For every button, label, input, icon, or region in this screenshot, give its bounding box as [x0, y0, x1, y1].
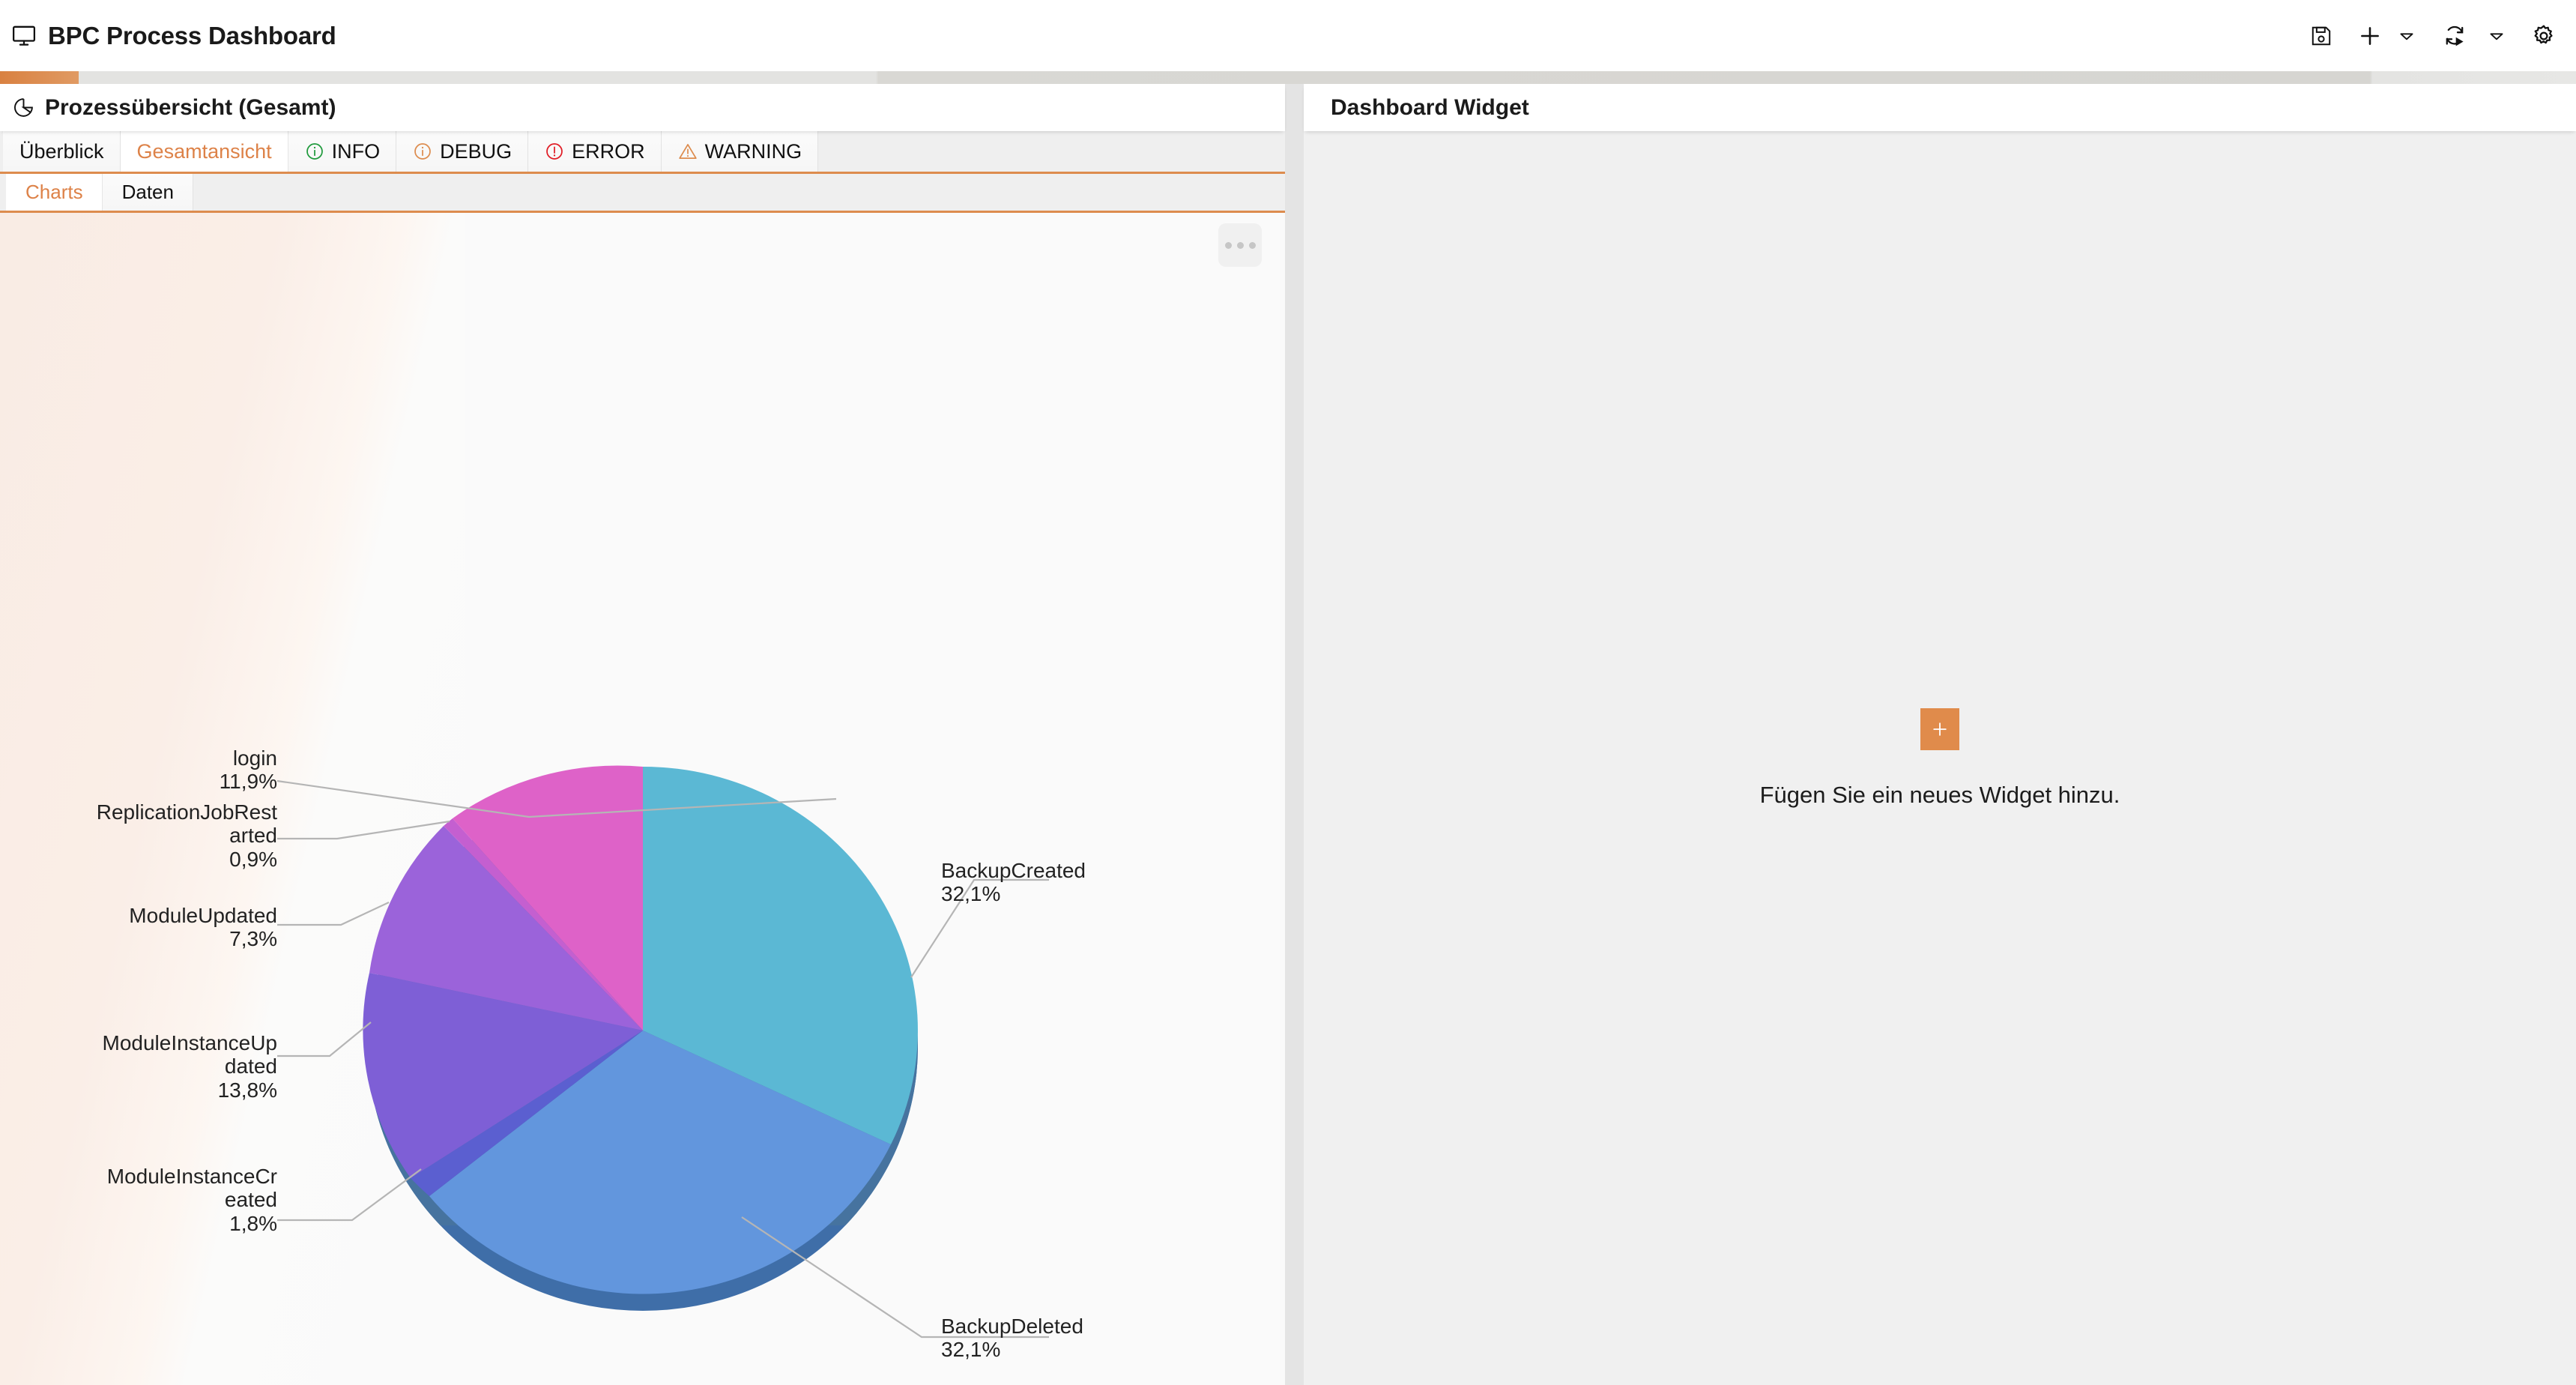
progress-bar-fill — [0, 71, 79, 84]
monitor-icon — [10, 23, 37, 49]
progress-bar — [0, 71, 2576, 84]
page-title: Prozessübersicht (Gesamt) — [45, 95, 336, 121]
pie-chart-container: login 11,9% ReplicationJobRest arted 0,9… — [0, 213, 1285, 1385]
chevron-down-icon — [2397, 26, 2416, 46]
pie-label-moduleupdated: ModuleUpdated 7,3% — [67, 904, 277, 951]
warning-triangle-icon — [678, 142, 698, 161]
refresh-run-icon — [2441, 23, 2468, 49]
tab-daten[interactable]: Daten — [103, 174, 193, 211]
add-dropdown-button[interactable] — [2392, 0, 2422, 71]
pie-label-backupdeleted: BackupDeleted 32,1% — [941, 1315, 1188, 1362]
tab-info[interactable]: INFO — [288, 131, 397, 172]
tab-error[interactable]: ERROR — [528, 131, 662, 172]
top-bar-actions — [2290, 0, 2576, 71]
view-subtabs: Charts Daten — [0, 174, 1285, 213]
process-overview-header: Prozessübersicht (Gesamt) — [0, 84, 1285, 131]
tab-label: Überblick — [19, 140, 104, 163]
dashboard-widget-title: Dashboard Widget — [1331, 95, 1529, 121]
save-icon — [2309, 24, 2333, 48]
tab-uberblick[interactable]: Überblick — [3, 131, 121, 172]
tab-warning[interactable]: WARNING — [662, 131, 819, 172]
chevron-down-icon — [2487, 26, 2506, 46]
app-identity: BPC Process Dashboard — [10, 0, 336, 71]
dashboard-widget-panel: Dashboard Widget Fügen Sie ein neues Wid… — [1304, 84, 2576, 1385]
empty-state: Fügen Sie ein neues Widget hinzu. — [1304, 708, 2576, 809]
tab-label: DEBUG — [440, 140, 512, 163]
error-circle-icon — [545, 142, 564, 161]
process-overview-panel: Prozessübersicht (Gesamt) Überblick Gesa… — [0, 84, 1285, 1385]
pie-label-moduleinstancecreated: ModuleInstanceCr eated 1,8% — [52, 1165, 277, 1235]
info-circle-icon — [305, 142, 324, 161]
leader-moduleinstcre — [277, 1169, 421, 1220]
dashboard-widget-header: Dashboard Widget — [1304, 84, 2576, 131]
tab-debug[interactable]: DEBUG — [396, 131, 528, 172]
refresh-control — [2432, 0, 2512, 71]
add-button[interactable] — [2353, 0, 2387, 71]
empty-state-text: Fügen Sie ein neues Widget hinzu. — [1760, 782, 2120, 809]
tab-charts[interactable]: Charts — [6, 174, 103, 211]
tab-label: ERROR — [572, 140, 645, 163]
tab-label: INFO — [332, 140, 381, 163]
info-circle-icon — [413, 142, 432, 161]
app-root: BPC Process Dashboard — [0, 0, 2576, 1385]
plus-icon — [2357, 23, 2383, 49]
pie-label-backupcreated: BackupCreated 32,1% — [941, 859, 1188, 906]
leader-replication — [277, 821, 450, 839]
tab-label: WARNING — [705, 140, 802, 163]
plus-icon — [1930, 719, 1950, 739]
tab-label: Charts — [25, 181, 83, 204]
tab-gesamtansicht[interactable]: Gesamtansicht — [121, 131, 288, 172]
pie-label-replicationjobrestarted: ReplicationJobRest arted 0,9% — [52, 800, 277, 871]
add-control — [2353, 0, 2422, 71]
save-button[interactable] — [2290, 0, 2353, 71]
tab-label: Gesamtansicht — [137, 140, 272, 163]
leader-moduleinstupd — [277, 1022, 371, 1056]
settings-button[interactable] — [2531, 0, 2557, 71]
panel-divider — [1285, 84, 1304, 1385]
log-level-tabs: Überblick Gesamtansicht INFO — [0, 131, 1285, 174]
app-title: BPC Process Dashboard — [48, 22, 336, 50]
top-bar: BPC Process Dashboard — [0, 0, 2576, 71]
dashboard-widget-body: Fügen Sie ein neues Widget hinzu. — [1304, 131, 2576, 1385]
refresh-dropdown-button[interactable] — [2482, 0, 2512, 71]
leader-moduleupdated — [277, 902, 389, 925]
pie-label-login: login 11,9% — [90, 746, 277, 794]
tab-label: Daten — [122, 181, 174, 204]
gear-icon — [2531, 23, 2557, 49]
settings-control — [2512, 0, 2576, 71]
refresh-run-button[interactable] — [2432, 0, 2477, 71]
pie-chart-icon — [12, 96, 35, 119]
pie-label-moduleinstanceupdated: ModuleInstanceUp dated 13,8% — [52, 1031, 277, 1102]
add-widget-button[interactable] — [1920, 708, 1959, 750]
